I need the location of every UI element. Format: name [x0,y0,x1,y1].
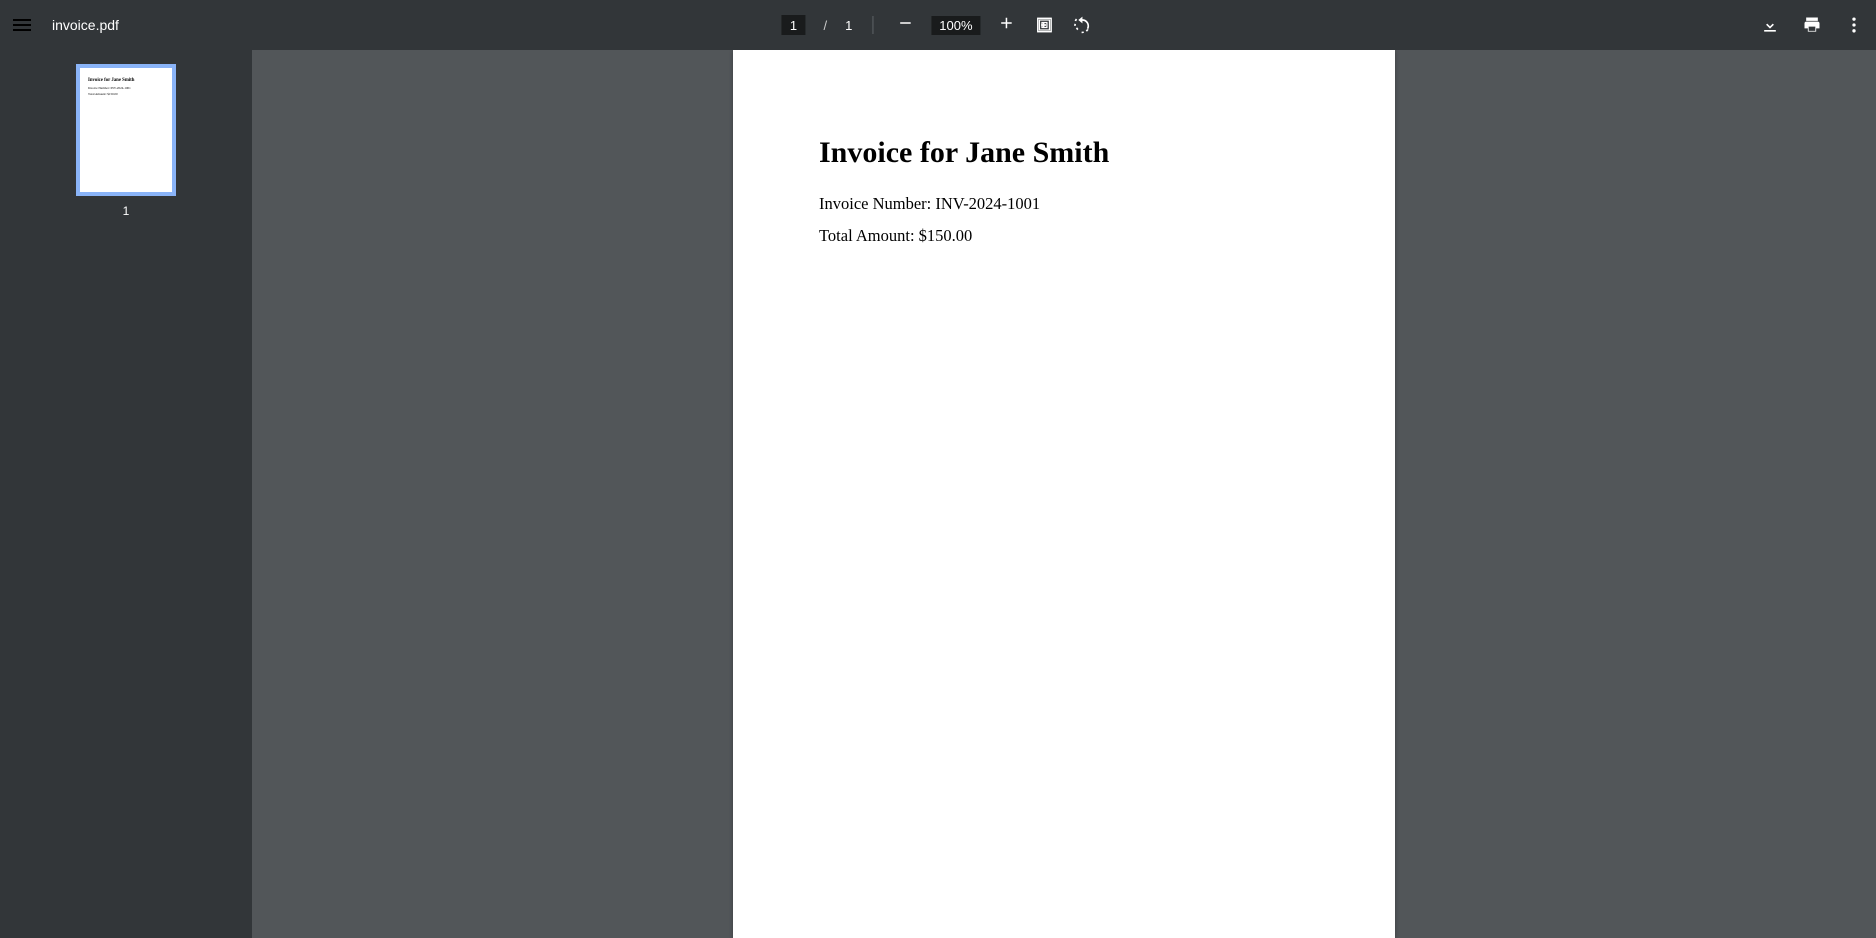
menu-icon[interactable] [10,13,34,37]
thumbnail-preview: Invoice for Jane Smith Invoice Number: I… [76,64,176,196]
invoice-number-line: Invoice Number: INV-2024-1001 [819,194,1309,214]
document-viewer[interactable]: Invoice for Jane Smith Invoice Number: I… [252,50,1876,938]
zoom-out-button[interactable] [893,14,917,36]
page-number-input[interactable] [781,15,805,35]
zoom-in-button[interactable] [995,14,1019,36]
zoom-level: 100% [931,16,980,35]
page-separator: / [823,18,827,33]
thumb-line: Total Amount: $150.00 [88,92,164,96]
thumbnail-page-1[interactable]: Invoice for Jane Smith Invoice Number: I… [76,64,176,218]
file-title: invoice.pdf [52,17,119,33]
invoice-total-line: Total Amount: $150.00 [819,226,1309,246]
page-total: 1 [845,18,852,33]
thumb-line: Invoice Number: INV-2024-1001 [88,86,164,90]
thumb-heading: Invoice for Jane Smith [88,78,164,83]
document-page: Invoice for Jane Smith Invoice Number: I… [733,50,1395,938]
rotate-button[interactable] [1071,13,1095,37]
print-button[interactable] [1800,13,1824,37]
more-options-button[interactable] [1842,13,1866,37]
pdf-toolbar: invoice.pdf / 1 100% [0,0,1876,50]
download-button[interactable] [1758,13,1782,37]
invoice-heading: Invoice for Jane Smith [819,136,1309,170]
thumbnail-label: 1 [123,204,130,218]
thumbnail-sidebar: Invoice for Jane Smith Invoice Number: I… [0,50,252,938]
divider [872,16,873,34]
fit-to-page-button[interactable] [1033,13,1057,37]
